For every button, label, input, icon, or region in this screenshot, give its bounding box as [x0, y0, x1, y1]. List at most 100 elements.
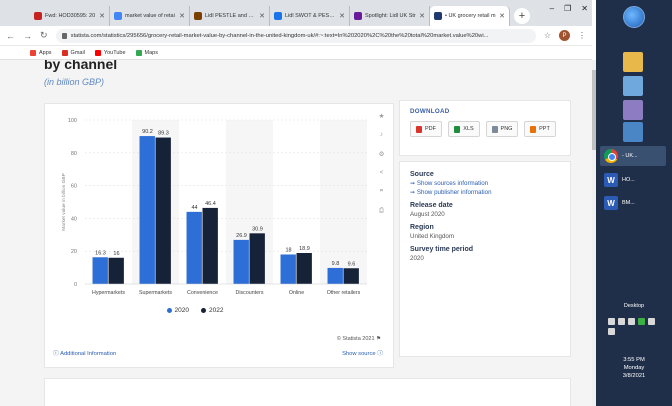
share-icon[interactable]: <: [375, 166, 388, 179]
close-icon[interactable]: ✕: [339, 12, 345, 20]
x-tick-label: Discounters: [236, 290, 264, 296]
tab-lidl-swot[interactable]: Lidl SWOT & PESTLE ✕: [270, 6, 350, 26]
bar: [327, 267, 343, 284]
desktop-toolbar-label[interactable]: Desktop: [596, 303, 672, 309]
x-tick-label: Supermarkets: [139, 290, 172, 296]
bar: [92, 257, 108, 284]
close-icon[interactable]: ✕: [499, 12, 505, 20]
bookmark-apps[interactable]: Apps: [30, 49, 52, 56]
download-xls-button[interactable]: XLS: [448, 121, 480, 137]
signal-icon[interactable]: [648, 318, 655, 325]
bar-value-label: 30.9: [252, 226, 263, 232]
flag-icon: ⚑: [376, 336, 381, 342]
bookmark-gmail[interactable]: Gmail: [61, 49, 85, 56]
reload-icon[interactable]: ↻: [40, 30, 48, 41]
tab-lidl-pestle[interactable]: Lidl PESTLE and Micr ✕: [190, 6, 270, 26]
chart-tools: ★ ♪ ⚙ < ❞ ⎙: [375, 109, 388, 217]
bar-value-label: 16: [113, 251, 119, 257]
tray-icon[interactable]: [608, 318, 615, 325]
tab-google-search[interactable]: market value of retai ✕: [110, 6, 190, 26]
print-icon[interactable]: ⎙: [375, 204, 388, 217]
y-tick-label: 80: [71, 151, 77, 157]
star-icon[interactable]: ★: [375, 109, 388, 122]
notepad-icon[interactable]: [623, 76, 643, 96]
bar-value-label: 89.3: [158, 131, 169, 137]
tab-statista[interactable]: • UK grocery retail m ✕: [430, 6, 510, 26]
back-arrow-icon[interactable]: ←: [6, 31, 15, 41]
maximize-button[interactable]: ❐: [564, 4, 571, 13]
bookmark-maps[interactable]: Maps: [135, 49, 158, 56]
clock-day: Monday: [623, 365, 645, 371]
x-tick-label: Online: [289, 290, 304, 296]
taskbar-label: HO...: [622, 177, 635, 183]
additional-info-link[interactable]: ⓘ Additional Information: [53, 348, 116, 357]
y-tick-label: 0: [74, 282, 77, 288]
x-tick-label: Hypermarkets: [92, 290, 125, 296]
source-heading: Source: [410, 171, 434, 178]
site-favicon-icon: [194, 12, 202, 20]
legend-label: 2020: [174, 307, 189, 314]
download-title: DOWNLOAD: [410, 108, 450, 115]
bar-chart: 0 20 40 60 80 100 Market value in billion GBP 1…: [61, 118, 367, 296]
new-tab-button[interactable]: +: [514, 8, 530, 24]
network-icon[interactable]: [618, 318, 625, 325]
flag-icon[interactable]: [628, 318, 635, 325]
address-bar[interactable]: statista.com/statistics/295656/grocery-r…: [55, 28, 536, 43]
taskbar-clock[interactable]: 3:55 PM Monday 3/8/2021: [596, 356, 672, 380]
close-window-button[interactable]: ✕: [581, 4, 588, 13]
legend-item-2022[interactable]: 2022: [201, 307, 223, 314]
tab-gmail[interactable]: Fwd: HOD30595: 20 ✕: [30, 6, 110, 26]
close-icon[interactable]: ✕: [179, 12, 185, 20]
tab-spotlight[interactable]: Spotlight: Lidl UK Str ✕: [350, 6, 430, 26]
show-sources-link[interactable]: ➞ Show sources information: [410, 180, 560, 187]
shield-icon[interactable]: [638, 318, 645, 325]
bell-icon[interactable]: ♪: [375, 128, 388, 141]
bar-value-label: 26.9: [236, 233, 247, 239]
taskbar-word-1[interactable]: W HO...: [600, 170, 666, 190]
close-icon[interactable]: ✕: [99, 12, 105, 20]
download-ppt-button[interactable]: PPT: [524, 121, 556, 137]
bar-value-label: 9.8: [332, 261, 340, 267]
youtube-icon: [94, 49, 101, 56]
page-subtitle: (in billion GBP): [44, 77, 105, 87]
site-favicon-icon: [354, 12, 362, 20]
download-png-button[interactable]: PNG: [486, 121, 518, 137]
x-tick-label: Other retailers: [327, 290, 361, 296]
tab-label: Lidl SWOT & PESTLE: [285, 13, 337, 19]
bar: [108, 257, 124, 284]
quote-icon[interactable]: ❞: [375, 185, 388, 198]
windows-start-button[interactable]: [623, 6, 645, 28]
bar: [155, 137, 171, 284]
google-favicon-icon: [114, 12, 122, 20]
legend-item-2020[interactable]: 2020: [166, 307, 189, 314]
word-icon: W: [604, 173, 618, 187]
bookmark-star-icon[interactable]: ☆: [544, 31, 551, 40]
forward-arrow-icon[interactable]: →: [23, 31, 32, 41]
close-icon[interactable]: ✕: [259, 12, 265, 20]
volume-icon[interactable]: [608, 328, 615, 335]
y-tick-label: 60: [71, 184, 77, 190]
folder-icon[interactable]: [623, 52, 643, 72]
window-controls: – ❐ ✕: [550, 4, 588, 13]
profile-avatar[interactable]: P: [559, 30, 570, 41]
bar: [186, 211, 202, 284]
bar: [249, 233, 265, 284]
taskbar-word-2[interactable]: W BM...: [600, 193, 666, 213]
computer-icon[interactable]: [623, 122, 643, 142]
show-source-link[interactable]: Show source ⓘ: [342, 348, 383, 357]
minimize-button[interactable]: –: [550, 4, 554, 13]
y-axis-label: Market value in billion GBP: [61, 173, 67, 231]
region-value: United Kingdom: [410, 233, 455, 240]
show-publisher-link[interactable]: ➞ Show publisher information: [410, 189, 560, 196]
taskbar-chrome[interactable]: - UK...: [600, 146, 666, 166]
close-icon[interactable]: ✕: [419, 12, 425, 20]
browser-tab-strip: Fwd: HOD30595: 20 ✕ market value of reta…: [0, 0, 592, 26]
menu-dots-icon[interactable]: ⋮: [578, 31, 586, 40]
paint-icon[interactable]: [623, 100, 643, 120]
bookmark-youtube[interactable]: YouTube: [94, 49, 126, 56]
chart-legend: 2020 2022: [45, 307, 345, 314]
download-pdf-button[interactable]: PDF: [410, 121, 442, 137]
y-tick-label: 40: [71, 216, 77, 222]
gear-icon[interactable]: ⚙: [375, 147, 388, 160]
bar-value-label: 46.4: [205, 201, 216, 207]
